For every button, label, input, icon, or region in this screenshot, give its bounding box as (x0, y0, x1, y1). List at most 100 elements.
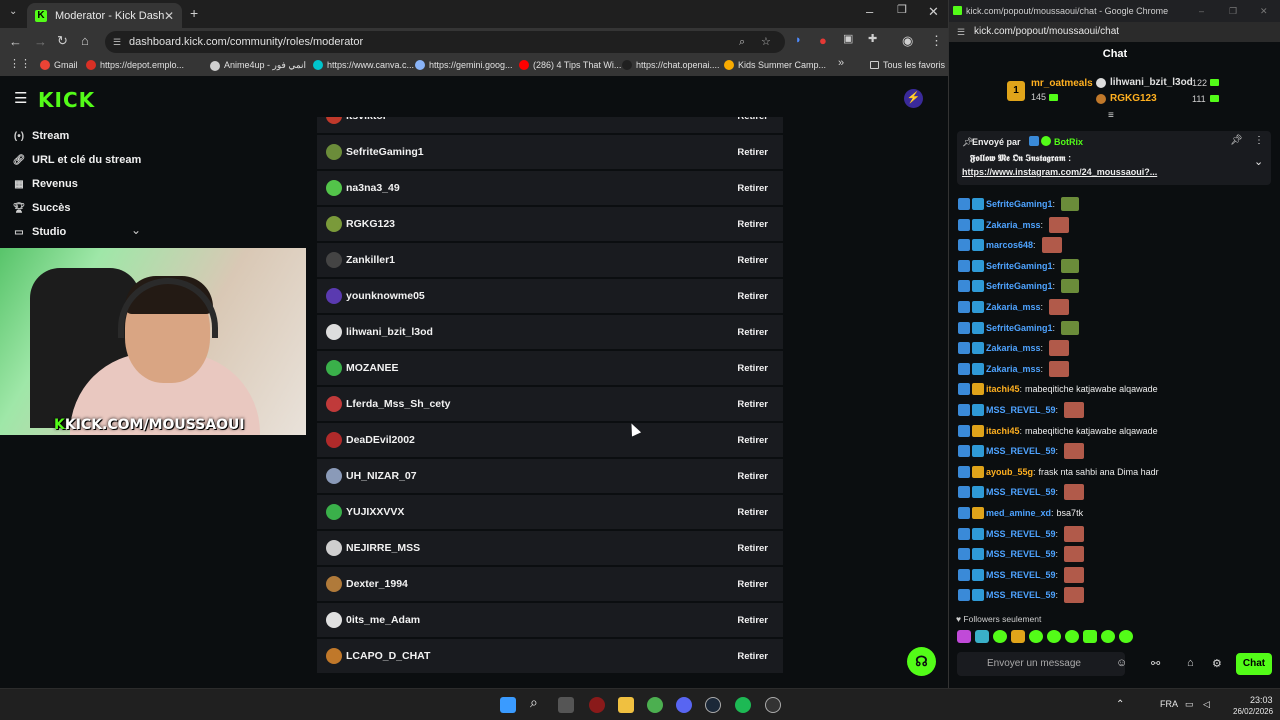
emote-icon[interactable] (1083, 630, 1097, 643)
chat-message-input[interactable]: Envoyer un message (957, 652, 1125, 676)
remove-moderator-button[interactable]: Retirer (737, 471, 768, 482)
extensions-puzzle-icon[interactable]: ✚ (868, 34, 877, 45)
bookmark-item[interactable]: (286) 4 Tips That Wi... (519, 60, 621, 70)
profile-avatar-icon[interactable]: ◉ (902, 34, 913, 47)
moderator-name[interactable]: DeaDEvil2002 (346, 434, 737, 446)
menu-kebab-icon[interactable]: ⋮ (930, 34, 943, 47)
remove-moderator-button[interactable]: Retirer (737, 363, 768, 374)
chat-username[interactable]: MSS_REVEL_59 (986, 549, 1056, 559)
close-tab-icon[interactable]: ✕ (164, 9, 174, 23)
pin-action-icon[interactable]: 📌︎ (1230, 135, 1243, 146)
maximize-icon[interactable]: ❐ (1229, 0, 1237, 22)
face-emote-icon[interactable] (1049, 216, 1070, 233)
moderator-name[interactable]: UH_NIZAR_07 (346, 470, 737, 482)
connections-icon[interactable]: ⚯ (1151, 657, 1160, 670)
face-emote-icon[interactable] (1049, 340, 1070, 357)
remove-moderator-button[interactable]: Retirer (737, 219, 768, 230)
chat-username[interactable]: MSS_REVEL_59 (986, 570, 1056, 580)
tank-emote-icon[interactable] (1061, 279, 1080, 294)
chat-send-button[interactable]: Chat (1236, 653, 1272, 675)
bookmark-item[interactable]: https://www.canva.c... (313, 60, 414, 70)
all-bookmarks-link[interactable]: Tous les favoris (870, 60, 945, 70)
file-explorer-icon[interactable] (618, 697, 634, 713)
support-chat-button[interactable]: ☊ (907, 647, 936, 676)
remove-moderator-button[interactable]: Retirer (737, 651, 768, 662)
chat-username[interactable]: SefriteGaming1 (986, 281, 1053, 291)
user-avatar[interactable]: ⚡ (904, 89, 923, 108)
chat-username[interactable]: MSS_REVEL_59 (986, 590, 1056, 600)
emote-icon[interactable] (1047, 630, 1061, 643)
expand-leaderboard-icon[interactable]: ≡ (1108, 110, 1114, 121)
remove-moderator-button[interactable]: Retirer (737, 255, 768, 266)
record-app-icon[interactable] (589, 697, 605, 713)
store-icon[interactable]: ⌂ (1187, 657, 1194, 669)
chat-username[interactable]: MSS_REVEL_59 (986, 446, 1056, 456)
minimize-icon[interactable]: – (1199, 0, 1204, 22)
moderator-name[interactable]: younknowme05 (346, 290, 737, 302)
emote-icon[interactable] (1101, 630, 1115, 643)
chat-username[interactable]: marcos648 (986, 240, 1033, 250)
clock-date[interactable]: 26/02/2026 (1233, 707, 1273, 716)
moderator-name[interactable]: MOZANEE (346, 362, 737, 374)
bookmark-item[interactable]: https://depot.emplo... (86, 60, 184, 70)
sidebar-item-revenue[interactable]: ▦ Revenus (12, 178, 78, 190)
more-bookmarks-icon[interactable]: » (838, 58, 844, 69)
minimize-icon[interactable]: – (866, 5, 873, 18)
remove-moderator-button[interactable]: Retirer (737, 147, 768, 158)
apps-grid-icon[interactable]: ⋮⋮ (9, 59, 31, 70)
remove-moderator-button[interactable]: Retirer (737, 399, 768, 410)
pinned-link[interactable]: https://www.instagram.com/24_moussaoui?.… (962, 167, 1157, 177)
chat-username[interactable]: MSS_REVEL_59 (986, 487, 1056, 497)
emote-icon[interactable] (993, 630, 1007, 643)
sidebar-item-stream-url[interactable]: 🔗︎ URL et clé du stream (12, 154, 142, 166)
steam-icon[interactable] (705, 697, 721, 713)
face-emote-icon[interactable] (1041, 237, 1062, 254)
chat-username[interactable]: itachi45 (986, 426, 1020, 436)
record-icon[interactable]: ● (819, 34, 827, 47)
face-emote-icon[interactable] (1064, 484, 1085, 501)
moderator-name[interactable]: LCAPO_D_CHAT (346, 650, 737, 662)
kick-logo[interactable]: KICK (38, 88, 95, 112)
bookmark-star-icon[interactable]: ☆ (761, 31, 771, 53)
screenshot-icon[interactable]: ▣ (843, 34, 853, 45)
chat-username[interactable]: med_amine_xd (986, 508, 1051, 518)
site-info-icon[interactable]: ☰ (113, 31, 121, 53)
obs-icon[interactable] (765, 697, 781, 713)
tank-emote-icon[interactable] (1061, 320, 1080, 335)
sidebar-item-achievements[interactable]: 🏆︎ Succès (12, 202, 71, 214)
chat-username[interactable]: SefriteGaming1 (986, 323, 1053, 333)
task-view-icon[interactable] (558, 697, 574, 713)
face-emote-icon[interactable] (1064, 587, 1085, 604)
remove-moderator-button[interactable]: Retirer (737, 327, 768, 338)
extension-icon[interactable]: ◗ (795, 35, 802, 46)
chat-username[interactable]: Zakaria_mss (986, 220, 1041, 230)
tray-chevron-icon[interactable]: ⌃ (1116, 699, 1124, 710)
remove-moderator-button[interactable]: Retirer (737, 183, 768, 194)
face-emote-icon[interactable] (1064, 566, 1085, 583)
settings-gear-icon[interactable]: ⚙ (1212, 657, 1222, 670)
tab-moderator[interactable]: K Moderator - Kick Dashboard ✕ (27, 3, 182, 28)
chat-username[interactable]: SefriteGaming1 (986, 261, 1053, 271)
volume-icon[interactable]: ◁ (1203, 699, 1210, 710)
language-indicator[interactable]: FRA (1160, 699, 1178, 709)
face-emote-icon[interactable] (1064, 443, 1085, 460)
remove-moderator-button[interactable]: Retirer (737, 507, 768, 518)
remove-moderator-button[interactable]: Retirer (737, 615, 768, 626)
remove-moderator-button[interactable]: Retirer (737, 543, 768, 554)
leader-3-name[interactable]: RGKG123 (1110, 93, 1157, 104)
reload-icon[interactable]: ↻ (57, 34, 68, 47)
emote-icon[interactable] (1011, 630, 1025, 643)
tank-emote-icon[interactable] (1061, 258, 1080, 273)
chrome-icon[interactable] (647, 697, 663, 713)
chat-username[interactable]: SefriteGaming1 (986, 199, 1053, 209)
face-emote-icon[interactable] (1064, 525, 1085, 542)
popout-url-bar[interactable]: ☰ kick.com/popout/moussaoui/chat (949, 22, 1280, 42)
moderator-name[interactable]: RGKG123 (346, 218, 737, 230)
face-emote-icon[interactable] (1049, 360, 1070, 377)
hamburger-menu-icon[interactable]: ☰ (14, 91, 27, 106)
pinned-message[interactable]: 📌︎ Envoyé par BotRix 📌︎ ⋮ 𝕱𝖔𝖑𝖑𝖔𝖜 𝕸𝖊 𝕺𝖓 𝕴… (957, 131, 1271, 185)
face-emote-icon[interactable] (1064, 546, 1085, 563)
chat-username[interactable]: MSS_REVEL_59 (986, 529, 1056, 539)
site-info-icon[interactable]: ☰ (957, 22, 965, 42)
moderator-name[interactable]: lihwani_bzit_l3od (346, 326, 737, 338)
